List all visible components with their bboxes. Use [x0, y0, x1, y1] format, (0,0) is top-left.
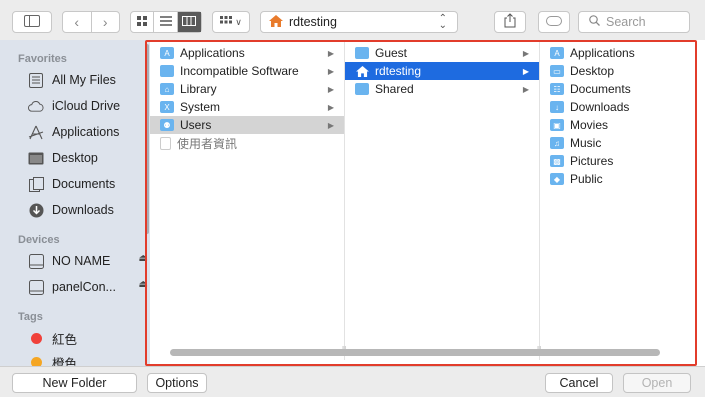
- sidebar-item-label: 橙色: [52, 356, 78, 367]
- chevron-left-icon: ‹: [74, 14, 80, 30]
- sidebar-toggle-button[interactable]: [12, 11, 52, 33]
- sidebar-item-label: All My Files: [52, 73, 116, 87]
- sidebar-item-downloads[interactable]: Downloads: [28, 199, 114, 221]
- documents-icon: [28, 176, 44, 192]
- sidebar-item-label: Applications: [52, 125, 120, 139]
- list-icon: [159, 15, 172, 29]
- cancel-button[interactable]: Cancel: [545, 373, 613, 393]
- sidebar-item-label: NO NAME: [52, 254, 111, 268]
- group-grid-icon: [220, 15, 233, 29]
- icon-view-button[interactable]: [131, 12, 155, 32]
- search-placeholder: Search: [606, 15, 646, 29]
- cloud-icon: [28, 98, 44, 114]
- search-field[interactable]: Search: [578, 11, 690, 33]
- column-view-button[interactable]: [177, 12, 201, 32]
- chevron-down-icon: ∨: [235, 16, 242, 27]
- grid-icon: [137, 15, 148, 29]
- view-mode-control: [130, 11, 202, 33]
- sidebar-item-label: 紅色: [52, 332, 78, 347]
- red-tag-icon: [28, 330, 44, 346]
- sidebar-item-desktop[interactable]: Desktop: [28, 147, 98, 169]
- sidebar-item-label: panelCon...: [52, 280, 116, 294]
- desktop-icon: [28, 150, 44, 166]
- sidebar-item-label: Desktop: [52, 151, 98, 165]
- tags-header: Tags: [18, 311, 43, 323]
- open-button[interactable]: Open: [623, 373, 691, 393]
- sidebar-item-all-my-files[interactable]: All My Files: [28, 69, 116, 91]
- applications-icon: [28, 124, 44, 140]
- list-view-button[interactable]: [154, 12, 178, 32]
- columns-icon: [182, 15, 197, 29]
- sidebar: Favorites All My Files iCloud Drive Appl…: [0, 40, 150, 366]
- toolbar: ‹ › ∨ rdtesting ⌃ ⌄ Search: [0, 0, 705, 40]
- back-button[interactable]: ‹: [63, 12, 92, 32]
- back-forward-control: ‹ ›: [62, 11, 120, 33]
- sidebar-item-tag-red[interactable]: 紅色: [28, 327, 77, 349]
- highlight-frame: [145, 40, 697, 366]
- sidebar-item-icloud-drive[interactable]: iCloud Drive: [28, 95, 120, 117]
- sidebar-item-panelcon[interactable]: panelCon... ⏏: [28, 276, 148, 298]
- all-files-icon: [28, 72, 44, 88]
- sidebar-toggle-icon: [24, 14, 40, 30]
- drive-icon: [28, 279, 44, 295]
- sidebar-item-applications[interactable]: Applications: [28, 121, 119, 143]
- share-button[interactable]: [494, 11, 526, 33]
- sidebar-item-no-name[interactable]: NO NAME ⏏: [28, 250, 148, 272]
- sidebar-item-label: Documents: [52, 177, 116, 191]
- downloads-icon: [28, 202, 44, 218]
- sidebar-item-documents[interactable]: Documents: [28, 173, 115, 195]
- orange-tag-icon: [28, 354, 44, 366]
- path-popup-button[interactable]: rdtesting ⌃ ⌄: [260, 11, 458, 33]
- path-popup-label: rdtesting: [289, 15, 337, 29]
- favorites-header: Favorites: [18, 53, 67, 65]
- home-icon: [269, 14, 283, 30]
- devices-header: Devices: [18, 234, 60, 246]
- chevron-right-icon: ›: [102, 14, 108, 30]
- sidebar-item-tag-orange[interactable]: 橙色: [28, 351, 77, 366]
- sidebar-item-label: iCloud Drive: [52, 99, 121, 113]
- group-by-button[interactable]: ∨: [212, 11, 250, 33]
- search-icon: [589, 15, 600, 29]
- new-folder-button[interactable]: New Folder: [12, 373, 137, 393]
- drive-icon: [28, 253, 44, 269]
- tag-button[interactable]: [538, 11, 570, 33]
- bottom-bar: New Folder Options Cancel Open: [0, 366, 705, 397]
- sidebar-item-label: Downloads: [52, 203, 114, 217]
- tag-icon: [546, 15, 562, 29]
- options-button[interactable]: Options: [147, 373, 207, 393]
- share-icon: [504, 13, 516, 31]
- forward-button[interactable]: ›: [92, 12, 120, 32]
- updown-chevron-icon: ⌃ ⌄: [438, 13, 447, 31]
